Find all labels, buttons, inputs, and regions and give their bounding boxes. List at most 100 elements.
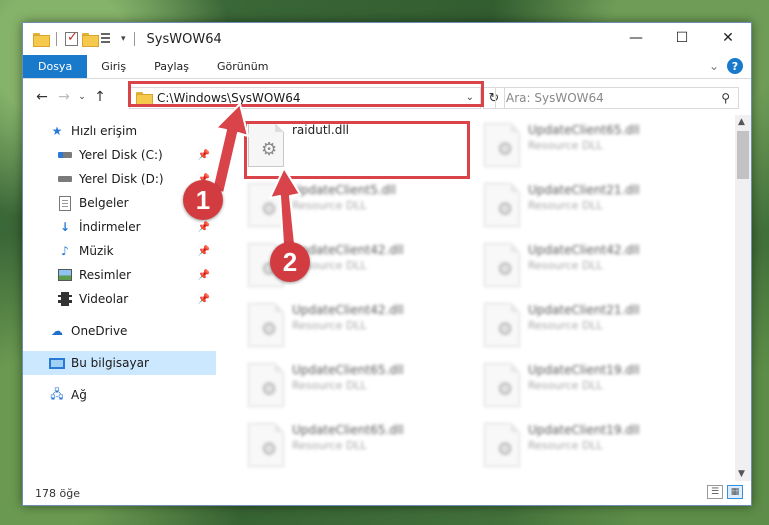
sidebar-item-label: Belgeler bbox=[79, 196, 129, 210]
file-highlight-box bbox=[244, 121, 470, 179]
scroll-down-icon[interactable]: ▼ bbox=[738, 469, 745, 479]
close-button[interactable]: ✕ bbox=[705, 23, 751, 53]
new-folder-icon[interactable] bbox=[82, 33, 99, 47]
gear-icon: ⚙ bbox=[497, 259, 514, 280]
file-item[interactable]: ⚙ UpdateClient19.dll Resource DLL bbox=[478, 359, 708, 417]
navigation-pane: ★ Hızlı erişim Yerel Disk (C:) 📌 Yerel D… bbox=[23, 115, 216, 481]
sidebar-item-label: Ağ bbox=[71, 388, 87, 402]
sidebar-item-disk-c[interactable]: Yerel Disk (C:) 📌 bbox=[23, 143, 216, 167]
sidebar-item-onedrive[interactable]: ☁ OneDrive bbox=[23, 319, 216, 343]
sidebar-item-quick-access[interactable]: ★ Hızlı erişim bbox=[23, 119, 216, 143]
file-name: UpdateClient42.dll bbox=[528, 243, 640, 257]
tab-home[interactable]: Giriş bbox=[87, 55, 140, 78]
videos-icon bbox=[57, 291, 73, 307]
file-item[interactable]: ⚙ UpdateClient65.dll Resource DLL bbox=[478, 119, 708, 177]
tab-view[interactable]: Görünüm bbox=[203, 55, 282, 78]
file-name: UpdateClient65.dll bbox=[528, 123, 640, 137]
toolbar-dropdown-icon[interactable]: ▾ bbox=[121, 34, 126, 44]
dll-file-icon: ⚙ bbox=[248, 303, 284, 347]
search-icon[interactable]: ⚲ bbox=[721, 91, 730, 105]
minimize-button[interactable]: — bbox=[613, 23, 659, 53]
gear-icon: ⚙ bbox=[261, 439, 278, 460]
folder-icon[interactable] bbox=[33, 33, 50, 47]
computer-icon bbox=[49, 355, 65, 371]
file-item[interactable]: ⚙ UpdateClient65.dll Resource DLL bbox=[242, 419, 472, 477]
gear-icon: ⚙ bbox=[261, 199, 278, 220]
gear-icon: ⚙ bbox=[261, 379, 278, 400]
scroll-up-icon[interactable]: ▲ bbox=[738, 117, 745, 127]
search-input[interactable]: Ara: SysWOW64 ⚲ bbox=[495, 87, 739, 109]
sidebar-item-network[interactable]: 🖧 Ağ bbox=[23, 383, 216, 407]
pin-icon[interactable]: 📌 bbox=[198, 222, 210, 233]
maximize-button[interactable]: ☐ bbox=[659, 23, 705, 53]
file-type: Resource DLL bbox=[528, 439, 603, 452]
sidebar-item-label: Bu bilgisayar bbox=[71, 356, 149, 370]
pictures-icon bbox=[57, 267, 73, 283]
file-name: UpdateClient65.dll bbox=[292, 363, 404, 377]
pin-icon[interactable]: 📌 bbox=[198, 246, 210, 257]
file-name: UpdateClient65.dll bbox=[292, 423, 404, 437]
sidebar-item-label: OneDrive bbox=[71, 324, 128, 338]
file-type: Resource DLL bbox=[528, 259, 603, 272]
properties-check-icon[interactable] bbox=[65, 30, 78, 46]
sidebar-item-label: Hızlı erişim bbox=[71, 124, 138, 138]
vertical-scrollbar[interactable]: ▲ ▼ bbox=[735, 115, 751, 481]
sidebar-item-downloads[interactable]: ↓ İndirmeler 📌 bbox=[23, 215, 216, 239]
file-item[interactable]: ⚙ UpdateClient65.dll Resource DLL bbox=[242, 359, 472, 417]
file-item[interactable]: ⚙ UpdateClient42.dll Resource DLL bbox=[478, 239, 708, 297]
dll-file-icon: ⚙ bbox=[484, 183, 520, 227]
tab-file[interactable]: Dosya bbox=[23, 55, 88, 78]
gear-icon: ⚙ bbox=[497, 439, 514, 460]
window-title: SysWOW64 bbox=[146, 31, 222, 47]
ribbon-right-controls: ⌄ ? bbox=[709, 58, 743, 74]
dll-file-icon: ⚙ bbox=[248, 183, 284, 227]
file-item[interactable]: ⚙ UpdateClient21.dll Resource DLL bbox=[478, 179, 708, 237]
sidebar-item-music[interactable]: ♪ Müzik 📌 bbox=[23, 239, 216, 263]
file-type: Resource DLL bbox=[528, 199, 603, 212]
back-button[interactable]: ← bbox=[31, 89, 53, 105]
sidebar-item-this-pc[interactable]: Bu bilgisayar bbox=[23, 351, 216, 375]
file-name: UpdateClient21.dll bbox=[528, 183, 640, 197]
file-explorer-window: ▾ SysWOW64 — ☐ ✕ Dosya Giriş Paylaş Görü… bbox=[22, 22, 752, 506]
step-badge-2: 2 bbox=[270, 242, 310, 282]
address-highlight-box bbox=[128, 81, 484, 107]
gear-icon: ⚙ bbox=[497, 319, 514, 340]
tab-share[interactable]: Paylaş bbox=[140, 55, 203, 78]
up-button[interactable]: ↑ bbox=[89, 89, 111, 105]
file-item[interactable]: ⚙ UpdateClient19.dll Resource DLL bbox=[478, 419, 708, 477]
file-name: UpdateClient19.dll bbox=[528, 363, 640, 377]
forward-button[interactable]: → bbox=[53, 89, 75, 105]
quick-access-toolbar: ▾ bbox=[23, 23, 139, 55]
sidebar-item-pictures[interactable]: Resimler 📌 bbox=[23, 263, 216, 287]
pin-icon[interactable]: 📌 bbox=[198, 150, 210, 161]
dll-file-icon: ⚙ bbox=[484, 303, 520, 347]
search-placeholder: Ara: SysWOW64 bbox=[506, 91, 604, 105]
sidebar-item-videos[interactable]: Videolar 📌 bbox=[23, 287, 216, 311]
title-bar: ▾ SysWOW64 — ☐ ✕ bbox=[23, 23, 751, 55]
pin-icon[interactable]: 📌 bbox=[198, 270, 210, 281]
windows-drive-icon bbox=[57, 147, 73, 163]
file-type: Resource DLL bbox=[292, 199, 367, 212]
dll-file-icon: ⚙ bbox=[484, 243, 520, 287]
details-view-icon[interactable]: ☰ bbox=[707, 485, 723, 499]
sidebar-item-label: Yerel Disk (D:) bbox=[79, 172, 164, 186]
file-item[interactable]: ⚙ UpdateClient21.dll Resource DLL bbox=[478, 299, 708, 357]
recent-locations-icon[interactable]: ⌄ bbox=[75, 92, 89, 102]
file-name: UpdateClient5.dll bbox=[292, 183, 396, 197]
file-item[interactable]: ⚙ UpdateClient42.dll Resource DLL bbox=[242, 299, 472, 357]
expand-ribbon-icon[interactable]: ⌄ bbox=[709, 59, 719, 73]
music-icon: ♪ bbox=[61, 244, 69, 258]
sidebar-item-label: İndirmeler bbox=[79, 220, 141, 234]
customize-toolbar-icon[interactable] bbox=[101, 33, 117, 45]
tiles-view-icon[interactable]: ▦ bbox=[727, 485, 743, 499]
pin-icon[interactable]: 📌 bbox=[198, 294, 210, 305]
help-icon[interactable]: ? bbox=[727, 58, 743, 74]
dll-file-icon: ⚙ bbox=[484, 423, 520, 467]
sidebar-item-label: Resimler bbox=[79, 268, 132, 282]
scroll-thumb[interactable] bbox=[737, 131, 749, 179]
window-controls: — ☐ ✕ bbox=[613, 23, 751, 53]
file-item[interactable]: ⚙ UpdateClient5.dll Resource DLL bbox=[242, 179, 472, 237]
item-count: 178 öğe bbox=[35, 486, 80, 500]
